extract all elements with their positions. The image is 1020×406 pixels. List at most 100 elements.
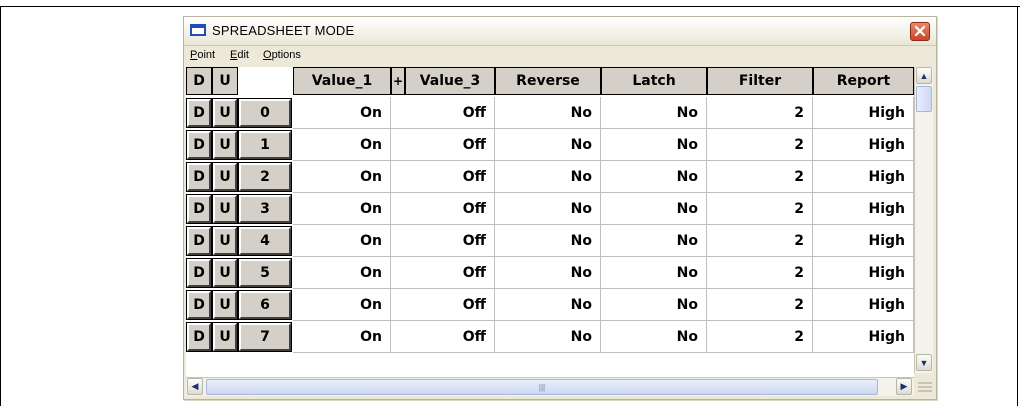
row-u-button[interactable]: U — [212, 290, 238, 320]
frame-left-line — [0, 6, 1, 406]
row-u-button[interactable]: U — [212, 226, 238, 256]
cell-latch[interactable]: No — [601, 225, 707, 257]
row-d-button[interactable]: D — [186, 130, 212, 160]
row-u-button[interactable]: U — [212, 194, 238, 224]
cell-latch[interactable]: No — [601, 193, 707, 225]
row-index-button[interactable]: 1 — [238, 130, 292, 160]
cell-value-1[interactable]: On — [293, 257, 391, 289]
row-index-button[interactable]: 0 — [238, 98, 292, 128]
row-index-button[interactable]: 2 — [238, 162, 292, 192]
row-index-button[interactable]: 4 — [238, 226, 292, 256]
menu-edit[interactable]: Edit — [230, 49, 249, 61]
cell-value-1[interactable]: On — [293, 129, 391, 161]
cell-report[interactable]: High — [813, 161, 914, 193]
vertical-scrollbar[interactable]: ▲ ▼ — [914, 67, 933, 373]
cell-value-3[interactable]: Off — [391, 193, 495, 225]
resize-grip[interactable] — [914, 377, 934, 397]
cell-filter[interactable]: 2 — [707, 225, 813, 257]
row-d-button[interactable]: D — [186, 226, 212, 256]
column-header-report[interactable]: Report — [813, 67, 914, 95]
row-u-button[interactable]: U — [212, 322, 238, 352]
cell-value-1[interactable]: On — [293, 225, 391, 257]
cell-report[interactable]: High — [813, 129, 914, 161]
cell-reverse[interactable]: No — [495, 97, 601, 129]
header-u-button[interactable]: U — [212, 67, 238, 95]
cell-latch[interactable]: No — [601, 129, 707, 161]
row-u-button[interactable]: U — [212, 98, 238, 128]
horizontal-scrollbar[interactable]: ◀ ||| ▶ — [186, 377, 914, 396]
cell-value-3[interactable]: Off — [391, 161, 495, 193]
cell-report[interactable]: High — [813, 321, 914, 353]
column-header-reverse[interactable]: Reverse — [495, 67, 601, 95]
scroll-right-button[interactable]: ▶ — [896, 378, 912, 395]
row-d-button[interactable]: D — [186, 258, 212, 288]
cell-reverse[interactable]: No — [495, 289, 601, 321]
cell-reverse[interactable]: No — [495, 321, 601, 353]
cell-filter[interactable]: 2 — [707, 193, 813, 225]
cell-filter[interactable]: 2 — [707, 129, 813, 161]
horizontal-scroll-thumb[interactable]: ||| — [206, 379, 878, 395]
cell-reverse[interactable]: No — [495, 161, 601, 193]
chevron-down-icon: ▼ — [919, 357, 929, 368]
close-button[interactable] — [910, 22, 930, 41]
cell-value-3[interactable]: Off — [391, 289, 495, 321]
cell-value-3[interactable]: Off — [391, 257, 495, 289]
cell-value-3[interactable]: Off — [391, 129, 495, 161]
header-d-button[interactable]: D — [186, 67, 212, 95]
cell-reverse[interactable]: No — [495, 129, 601, 161]
row-index-button[interactable]: 5 — [238, 258, 292, 288]
cell-value-3[interactable]: Off — [391, 225, 495, 257]
chevron-up-icon: ▲ — [919, 70, 929, 81]
row-d-button[interactable]: D — [186, 98, 212, 128]
cell-latch[interactable]: No — [601, 161, 707, 193]
cell-report[interactable]: High — [813, 193, 914, 225]
row-d-button[interactable]: D — [186, 162, 212, 192]
row-d-button[interactable]: D — [186, 322, 212, 352]
scroll-down-button[interactable]: ▼ — [916, 354, 932, 371]
cell-reverse[interactable]: No — [495, 257, 601, 289]
row-index-button[interactable]: 3 — [238, 194, 292, 224]
scroll-up-button[interactable]: ▲ — [916, 67, 932, 84]
title-bar[interactable]: SPREADSHEET MODE — [184, 17, 936, 46]
row-u-button[interactable]: U — [212, 130, 238, 160]
cell-latch[interactable]: No — [601, 289, 707, 321]
spreadsheet-window: SPREADSHEET MODE Point Edit Options D U … — [183, 16, 937, 400]
scroll-left-button[interactable]: ◀ — [187, 378, 203, 395]
row-u-button[interactable]: U — [212, 162, 238, 192]
cell-latch[interactable]: No — [601, 257, 707, 289]
cell-value-1[interactable]: On — [293, 289, 391, 321]
cell-value-1[interactable]: On — [293, 321, 391, 353]
menu-options[interactable]: Options — [263, 49, 301, 61]
row-d-button[interactable]: D — [186, 194, 212, 224]
cell-value-3[interactable]: Off — [391, 97, 495, 129]
row-u-button[interactable]: U — [212, 258, 238, 288]
cell-value-3[interactable]: Off — [391, 321, 495, 353]
cell-filter[interactable]: 2 — [707, 257, 813, 289]
row-index-button[interactable]: 7 — [238, 322, 292, 352]
vertical-scroll-thumb[interactable] — [916, 86, 932, 112]
column-header-value-1[interactable]: Value_1 — [293, 67, 391, 95]
cell-value-1[interactable]: On — [293, 161, 391, 193]
column-header-value-3[interactable]: Value_3 — [405, 67, 495, 95]
cell-report[interactable]: High — [813, 97, 914, 129]
cell-latch[interactable]: No — [601, 321, 707, 353]
cell-value-1[interactable]: On — [293, 97, 391, 129]
cell-value-1[interactable]: On — [293, 193, 391, 225]
cell-filter[interactable]: 2 — [707, 97, 813, 129]
expand-columns-button[interactable]: + — [391, 67, 405, 95]
menu-point[interactable]: Point — [190, 49, 215, 61]
cell-report[interactable]: High — [813, 225, 914, 257]
column-header-filter[interactable]: Filter — [707, 67, 813, 95]
cell-filter[interactable]: 2 — [707, 161, 813, 193]
cell-reverse[interactable]: No — [495, 193, 601, 225]
cell-report[interactable]: High — [813, 257, 914, 289]
cell-filter[interactable]: 2 — [707, 289, 813, 321]
cell-latch[interactable]: No — [601, 97, 707, 129]
cell-filter[interactable]: 2 — [707, 321, 813, 353]
close-icon — [914, 25, 926, 37]
cell-report[interactable]: High — [813, 289, 914, 321]
column-header-latch[interactable]: Latch — [601, 67, 707, 95]
cell-reverse[interactable]: No — [495, 225, 601, 257]
row-d-button[interactable]: D — [186, 290, 212, 320]
row-index-button[interactable]: 6 — [238, 290, 292, 320]
